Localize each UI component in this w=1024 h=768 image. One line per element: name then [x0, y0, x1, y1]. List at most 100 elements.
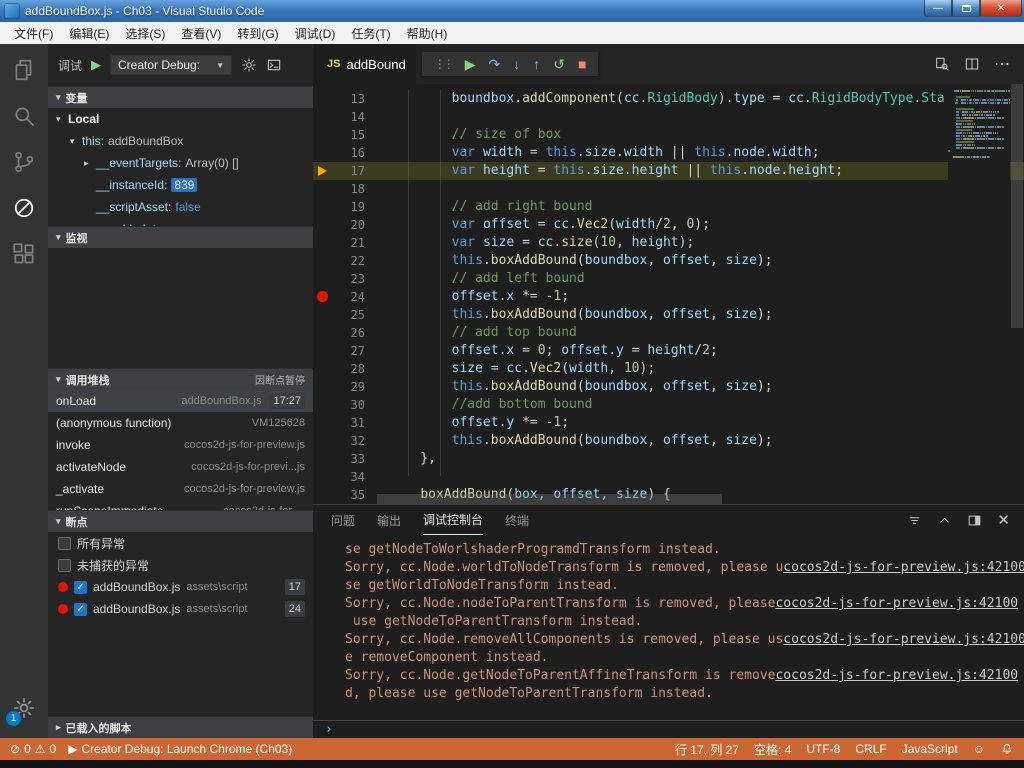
- variable-row[interactable]: __instanceId:839: [48, 174, 313, 196]
- menu-item-7[interactable]: 帮助(H): [399, 23, 456, 44]
- editor-gutter[interactable]: 19: [313, 198, 377, 216]
- editor-gutter[interactable]: 25: [313, 306, 377, 324]
- editor-gutter[interactable]: 27: [313, 342, 377, 360]
- debug-launch-status[interactable]: ▶ Creator Debug: Launch Chrome (Ch03): [68, 742, 292, 756]
- editor-gutter[interactable]: 22: [313, 252, 377, 270]
- code-line[interactable]: 20 var offset = cc.Vec2(width/2, 0);: [313, 216, 1024, 234]
- menu-item-6[interactable]: 任务(T): [343, 23, 398, 44]
- code-line[interactable]: 14: [313, 108, 1024, 126]
- section-header-breakpoints[interactable]: ▾ 断点: [48, 510, 313, 532]
- code-line[interactable]: 16 var width = this.size.width || this.n…: [313, 144, 1024, 162]
- callstack-frame[interactable]: activateNodecocos2d-js-for-previ...js: [48, 456, 313, 478]
- editor-gutter[interactable]: 23: [313, 270, 377, 288]
- code-line[interactable]: 29 this.boxAddBound(boundbox, offset, si…: [313, 378, 1024, 396]
- editor-gutter[interactable]: 18: [313, 180, 377, 198]
- console-source-link[interactable]: cocos2d-js-for-preview.js:42100: [775, 667, 1018, 685]
- section-header-watch[interactable]: ▾ 监视: [48, 226, 313, 248]
- editor-gutter[interactable]: 30: [313, 396, 377, 414]
- more-actions-icon[interactable]: ⋯: [994, 54, 1010, 74]
- editor-gutter[interactable]: 13: [313, 90, 377, 108]
- section-header-callstack[interactable]: ▾ 调用堆栈 因断点暂停: [48, 368, 313, 390]
- configure-gear-icon[interactable]: [241, 57, 257, 73]
- step-over-button[interactable]: ↷: [489, 57, 501, 71]
- start-debug-icon[interactable]: ▶: [91, 57, 101, 73]
- console-source-link[interactable]: cocos2d-js-for-preview.js:42100: [783, 631, 1024, 649]
- problems-status[interactable]: ⊘ 0 ⚠ 0: [10, 742, 56, 756]
- feedback-smiley-icon[interactable]: ☺: [973, 742, 985, 756]
- source-control-icon[interactable]: [10, 148, 38, 176]
- close-panel-icon[interactable]: ✕: [997, 511, 1010, 529]
- editor-gutter[interactable]: 20: [313, 216, 377, 234]
- menu-item-3[interactable]: 查看(V): [173, 23, 229, 44]
- code-line[interactable]: 32 this.boxAddBound(boundbox, offset, si…: [313, 432, 1024, 450]
- code-line[interactable]: 21 var size = cc.size(10, height);: [313, 234, 1024, 252]
- minimap[interactable]: [948, 88, 1010, 504]
- editor-tab[interactable]: JS addBound: [313, 44, 416, 84]
- breakpoint-item[interactable]: ✓addBoundBox.jsassets\script17: [48, 576, 313, 598]
- cursor-position-status[interactable]: 行 17, 列 27: [675, 741, 739, 758]
- console-source-link[interactable]: cocos2d-js-for-preview.js:42100: [775, 595, 1018, 613]
- code-line[interactable]: 22 this.boxAddBound(boundbox, offset, si…: [313, 252, 1024, 270]
- step-into-button[interactable]: ↓: [513, 57, 520, 71]
- split-editor-icon[interactable]: [964, 56, 980, 72]
- notifications-bell-icon[interactable]: [1000, 742, 1014, 756]
- editor-gutter[interactable]: 32: [313, 432, 377, 450]
- minimize-button[interactable]: —: [924, 0, 952, 17]
- editor-gutter[interactable]: 21: [313, 234, 377, 252]
- menu-item-2[interactable]: 选择(S): [117, 23, 173, 44]
- drag-grip-icon[interactable]: ⋮⋮: [434, 57, 452, 71]
- editor-gutter[interactable]: 35: [313, 486, 377, 504]
- indentation-status[interactable]: 空格: 4: [754, 741, 791, 758]
- editor-gutter[interactable]: 31: [313, 414, 377, 432]
- callstack-frame[interactable]: runSceneImmediatecocos2d-js-for-...: [48, 500, 313, 510]
- callstack-frame[interactable]: _activatecocos2d-js-for-preview.js: [48, 478, 313, 500]
- code-line[interactable]: 31 offset.y *= -1;: [313, 414, 1024, 432]
- debug-console-icon[interactable]: [266, 57, 282, 73]
- breakpoint-item[interactable]: 未捕获的异常: [48, 554, 313, 576]
- breakpoint-checkbox[interactable]: ✓: [74, 603, 87, 616]
- editor-gutter[interactable]: 24: [313, 288, 377, 306]
- search-icon[interactable]: [10, 102, 38, 130]
- language-status[interactable]: JavaScript: [902, 742, 958, 756]
- editor-gutter[interactable]: 34: [313, 468, 377, 486]
- code-line[interactable]: 34: [313, 468, 1024, 486]
- code-line[interactable]: 25 this.boxAddBound(boundbox, offset, si…: [313, 306, 1024, 324]
- editor-gutter[interactable]: 16: [313, 144, 377, 162]
- breakpoint-checkbox[interactable]: ✓: [74, 581, 87, 594]
- maximize-panel-icon[interactable]: [937, 513, 952, 528]
- encoding-status[interactable]: UTF-8: [806, 742, 840, 756]
- code-line[interactable]: 26 // add top bound: [313, 324, 1024, 342]
- debug-console-input[interactable]: ›: [313, 720, 1024, 738]
- editor-gutter[interactable]: 17: [313, 162, 377, 180]
- panel-tab-2[interactable]: 调试控制台: [423, 505, 483, 535]
- code-editor[interactable]: 13 boundbox.addComponent(cc.RigidBody).t…: [313, 84, 1024, 504]
- debug-icon[interactable]: [10, 194, 38, 222]
- code-line[interactable]: 27 offset.x = 0; offset.y = height/2;: [313, 342, 1024, 360]
- variable-row[interactable]: ▸__eventTargets:Array(0) []: [48, 152, 313, 174]
- breakpoint-item[interactable]: 所有异常: [48, 532, 313, 554]
- continue-button[interactable]: ▶: [465, 57, 476, 71]
- code-line[interactable]: 33 },: [313, 450, 1024, 468]
- variable-row[interactable]: _enabled:true: [48, 218, 313, 226]
- panel-tab-1[interactable]: 输出: [377, 505, 401, 535]
- variable-row[interactable]: __scriptAsset:false: [48, 196, 313, 218]
- variable-row[interactable]: ▾Local: [48, 108, 313, 130]
- code-line[interactable]: 24 offset.x *= -1;: [313, 288, 1024, 306]
- panel-layout-icon[interactable]: [967, 513, 982, 528]
- breakpoint-item[interactable]: ✓addBoundBox.jsassets\script24: [48, 598, 313, 620]
- code-line[interactable]: 30 //add bottom bound: [313, 396, 1024, 414]
- menu-item-0[interactable]: 文件(F): [6, 23, 61, 44]
- menu-item-1[interactable]: 编辑(E): [61, 23, 117, 44]
- code-line[interactable]: 15 // size of box: [313, 126, 1024, 144]
- callstack-frame[interactable]: (anonymous function)VM125628: [48, 412, 313, 434]
- code-line[interactable]: 28 size = cc.Vec2(width, 10);: [313, 360, 1024, 378]
- editor-gutter[interactable]: 29: [313, 378, 377, 396]
- extensions-icon[interactable]: [10, 240, 38, 268]
- section-header-variables[interactable]: ▾ 变量: [48, 86, 313, 108]
- editor-gutter[interactable]: 33: [313, 450, 377, 468]
- editor-gutter[interactable]: 14: [313, 108, 377, 126]
- menu-item-5[interactable]: 调试(D): [287, 23, 344, 44]
- code-line[interactable]: 23 // add left bound: [313, 270, 1024, 288]
- settings-gear-icon[interactable]: 1: [10, 694, 38, 722]
- close-button[interactable]: ✕: [980, 0, 1022, 17]
